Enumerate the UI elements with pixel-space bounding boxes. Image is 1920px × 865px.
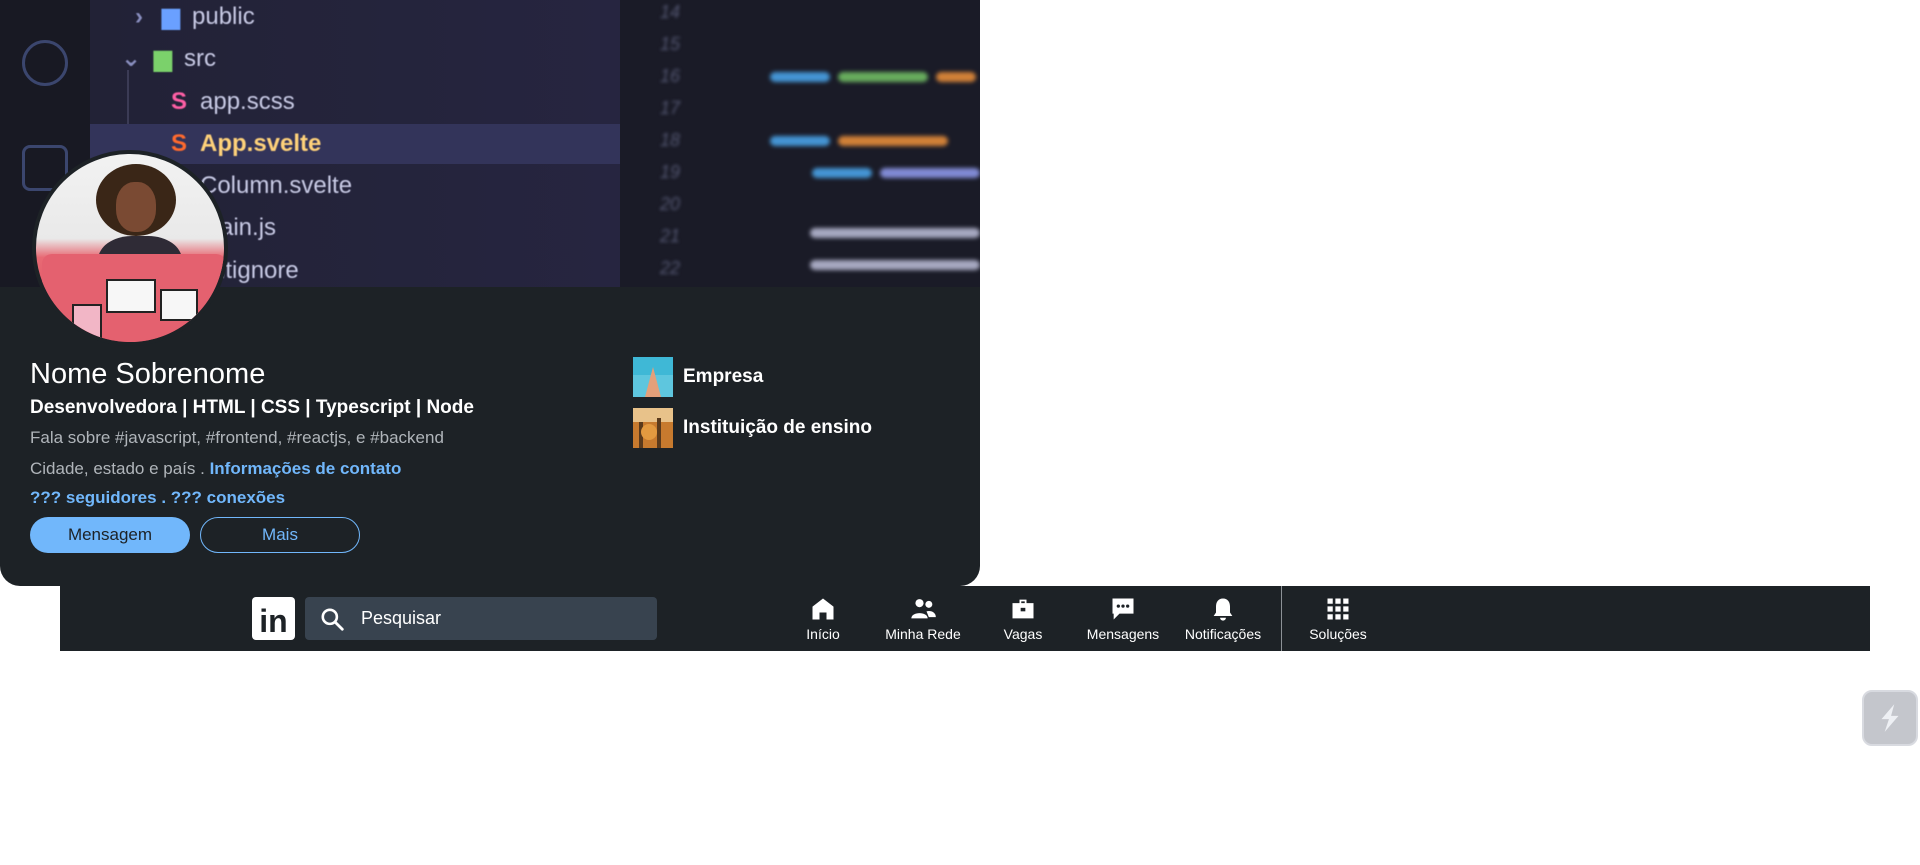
code-line: [810, 260, 980, 270]
top-navbar: in Início Minha Rede Vagas: [60, 586, 1870, 651]
profile-location: Cidade, estado e país . Informações de c…: [30, 459, 401, 479]
company-name: Empresa: [683, 366, 764, 387]
company-logo-icon: [633, 357, 673, 397]
school-logo-icon: [633, 408, 673, 448]
nav-label: Vagas: [1003, 626, 1043, 642]
home-icon: [812, 598, 834, 620]
file-tree-item: S App.svelte: [170, 130, 322, 157]
nav-item-inicio[interactable]: Início: [773, 595, 873, 645]
network-stats: ??? seguidores . ??? conexões: [30, 488, 285, 508]
laptop-sticker: [160, 289, 198, 321]
floating-widget-button[interactable]: [1862, 690, 1918, 746]
stats-separator: .: [161, 488, 167, 507]
more-button[interactable]: Mais: [200, 517, 360, 553]
message-button[interactable]: Mensagem: [30, 517, 190, 553]
code-line: [936, 72, 976, 82]
line-number: 14: [660, 2, 681, 22]
bell-icon: [1213, 598, 1233, 621]
code-line: [770, 72, 830, 82]
line-number: 19: [660, 162, 681, 182]
nav-item-notificacoes[interactable]: Notificações: [1173, 595, 1273, 645]
navbar-divider: [1281, 586, 1282, 651]
nav-label: Mensagens: [1086, 626, 1160, 642]
file-tree-item: Sapp.scss: [170, 88, 295, 115]
search-icon: [321, 607, 344, 631]
nav-label: Notificações: [1184, 626, 1262, 642]
line-number: 15: [660, 34, 681, 54]
briefcase-icon: [1012, 599, 1034, 619]
connections-link[interactable]: ??? conexões: [171, 488, 285, 507]
search-bar[interactable]: [305, 597, 657, 640]
profile-card: ›▆public ⌄▆src Sapp.scss SApp.svelte SCo…: [0, 0, 980, 586]
laptop-sticker: [72, 304, 102, 342]
avatar-face: [116, 182, 156, 232]
line-number: 17: [660, 98, 681, 118]
linkedin-logo[interactable]: in: [252, 597, 295, 640]
nav-label: Soluções: [1309, 626, 1367, 642]
lightning-icon: [1881, 704, 1899, 732]
nav-item-mensagens[interactable]: Mensagens: [1073, 595, 1173, 645]
profile-name: Nome Sobrenome: [30, 358, 266, 390]
line-number: 21: [660, 226, 681, 246]
nav-item-vagas[interactable]: Vagas: [973, 595, 1073, 645]
code-line: [810, 228, 980, 238]
contact-info-link[interactable]: Informações de contato: [210, 459, 402, 478]
line-number: 20: [660, 194, 681, 214]
profile-about: Fala sobre #javascript, #frontend, #reac…: [30, 428, 444, 447]
code-line: [812, 168, 872, 178]
profile-headline: Desenvolvedora | HTML | CSS | Typescript…: [30, 397, 474, 418]
grid-icon: [1327, 598, 1349, 620]
nav-label: Minha Rede: [885, 626, 961, 642]
chat-icon: [1112, 598, 1134, 620]
school-entry[interactable]: Instituição de ensino: [633, 408, 872, 448]
school-name: Instituição de ensino: [683, 417, 872, 438]
line-number: 16: [660, 66, 681, 86]
company-entry[interactable]: Empresa: [633, 357, 763, 397]
code-line: [838, 136, 948, 146]
code-line: [770, 136, 830, 146]
location-text: Cidade, estado e país .: [30, 459, 205, 478]
file-tree-item: ⌄ ▆ src: [120, 45, 216, 72]
code-line: [880, 168, 980, 178]
debug-icon: [22, 40, 68, 86]
nav-label: Início: [806, 626, 840, 642]
file-tree-item: › ▆ public: [135, 3, 255, 30]
laptop-sticker: [106, 279, 156, 313]
search-input[interactable]: [359, 607, 643, 630]
nav-item-solucoes[interactable]: Soluções: [1288, 595, 1388, 645]
code-line: [838, 72, 928, 82]
avatar[interactable]: [32, 150, 228, 346]
followers-link[interactable]: ??? seguidores: [30, 488, 157, 507]
line-number: 18: [660, 130, 681, 150]
line-number: 22: [660, 258, 681, 278]
people-icon: [911, 599, 936, 619]
nav-item-minha-rede[interactable]: Minha Rede: [873, 595, 973, 645]
